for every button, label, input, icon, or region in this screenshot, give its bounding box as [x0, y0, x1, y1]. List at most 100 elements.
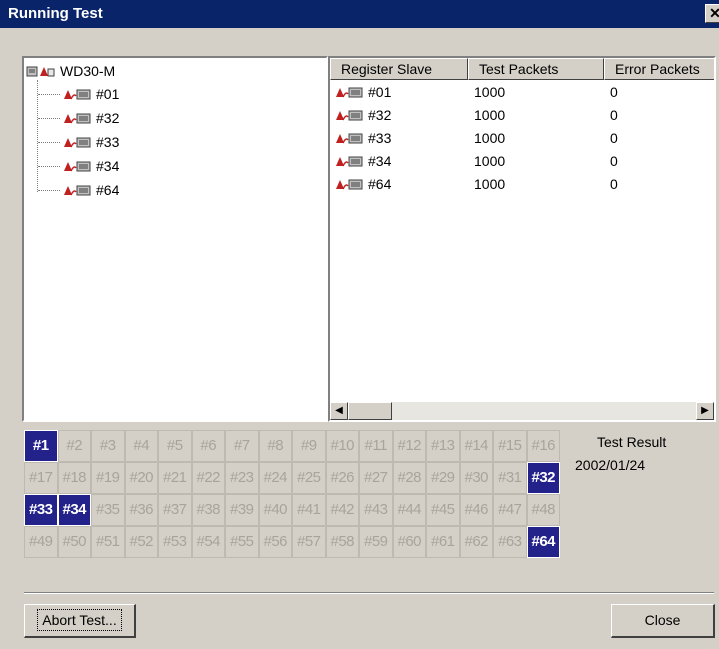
tree-connector: [38, 190, 60, 191]
slave-slot: #19: [91, 462, 125, 494]
table-row[interactable]: #64 1000 0: [330, 174, 714, 194]
tree-item[interactable]: #34: [62, 156, 119, 176]
slave-slot: #31: [493, 462, 527, 494]
slave-slot: #60: [392, 526, 426, 558]
abort-test-label: Abort Test...: [37, 609, 122, 631]
slave-slot: #41: [292, 494, 326, 526]
tree-root-node[interactable]: WD30-M: [26, 62, 115, 80]
slave-slot: #30: [459, 462, 493, 494]
slave-slot: #15: [493, 430, 527, 462]
table-row[interactable]: #33 1000 0: [330, 128, 714, 148]
slave-slot: #32: [526, 462, 560, 494]
slave-device-icon: [336, 156, 363, 167]
tree-item-label: #64: [96, 182, 120, 198]
slave-slot: #11: [359, 430, 393, 462]
slave-device-icon: [336, 110, 363, 121]
slave-slot: #18: [57, 462, 91, 494]
device-tree[interactable]: WD30-M #01 #32 #33 #34 #64: [22, 56, 328, 422]
slave-slot: #3: [91, 430, 125, 462]
scroll-thumb[interactable]: [348, 402, 392, 420]
tree-connector: [38, 142, 60, 143]
slave-slot: #22: [191, 462, 225, 494]
tree-item-label: #01: [96, 86, 120, 102]
cell-error-packets: 0: [610, 153, 618, 169]
cell-register-slave: #64: [330, 176, 468, 192]
slave-slot: #45: [426, 494, 460, 526]
slave-slot: #12: [392, 430, 426, 462]
slave-id: #34: [368, 153, 392, 169]
tree-item[interactable]: #01: [62, 84, 119, 104]
slave-slot: #17: [24, 462, 58, 494]
slave-id: #64: [368, 176, 392, 192]
tree-connector: [38, 118, 60, 119]
slave-slot: #53: [158, 526, 192, 558]
slave-device-icon: [64, 137, 91, 148]
slave-slot: #35: [91, 494, 125, 526]
slave-slot: #46: [459, 494, 493, 526]
close-label: Close: [644, 612, 681, 628]
slave-slot: #7: [225, 430, 259, 462]
title-bar: Running Test ✕: [0, 0, 719, 28]
table-row[interactable]: #34 1000 0: [330, 151, 714, 171]
window-title: Running Test: [8, 5, 103, 22]
slave-list[interactable]: Register Slave Test Packets Error Packet…: [328, 56, 716, 422]
slave-slot: #28: [392, 462, 426, 494]
scroll-left-button[interactable]: ◀: [330, 402, 348, 420]
slave-id: #32: [368, 107, 392, 123]
column-header-register-slave[interactable]: Register Slave: [330, 58, 468, 80]
slave-slot: #47: [493, 494, 527, 526]
slave-slot: #24: [258, 462, 292, 494]
column-header-test-packets[interactable]: Test Packets: [468, 58, 604, 80]
slave-slot: #20: [124, 462, 158, 494]
tree-item[interactable]: #64: [62, 180, 119, 200]
separator: [24, 592, 714, 594]
table-row[interactable]: #01 1000 0: [330, 82, 714, 102]
tree-item[interactable]: #33: [62, 132, 119, 152]
scroll-right-button[interactable]: ▶: [696, 402, 714, 420]
slave-id: #33: [368, 130, 392, 146]
slave-slot: #8: [258, 430, 292, 462]
slave-slot: #50: [57, 526, 91, 558]
slave-device-icon: [64, 161, 91, 172]
abort-test-button[interactable]: Abort Test...: [24, 604, 136, 638]
slave-slot: #58: [325, 526, 359, 558]
slave-slot: #36: [124, 494, 158, 526]
slave-slot-grid: #1 #2 #3 #4 #5 #6 #7 #8 #9 #10 #11 #12 #13 #14 #15 #16 #…: [24, 430, 560, 558]
slave-device-icon: [336, 133, 363, 144]
slave-id: #01: [368, 84, 392, 100]
close-icon: ✕: [709, 5, 719, 21]
slave-slot: #5: [158, 430, 192, 462]
column-header-error-packets[interactable]: Error Packets: [604, 58, 714, 80]
slave-slot: #27: [359, 462, 393, 494]
slave-slot: #63: [493, 526, 527, 558]
cell-test-packets: 1000: [474, 176, 506, 192]
slave-slot: #16: [526, 430, 560, 462]
window-close-button[interactable]: ✕: [705, 4, 719, 23]
cell-error-packets: 0: [610, 130, 618, 146]
arrow-right-icon: ▶: [701, 405, 709, 416]
slave-slot: #25: [292, 462, 326, 494]
tree-item-label: #34: [96, 158, 120, 174]
slave-device-icon: [64, 113, 91, 124]
cell-register-slave: #32: [330, 107, 468, 123]
slave-slot: #10: [325, 430, 359, 462]
tree-item[interactable]: #32: [62, 108, 119, 128]
table-row[interactable]: #32 1000 0: [330, 105, 714, 125]
horizontal-scrollbar[interactable]: ◀ ▶: [330, 402, 714, 420]
slave-slot: #62: [459, 526, 493, 558]
slave-slot: #1: [24, 430, 58, 462]
slave-slot: #61: [426, 526, 460, 558]
close-button[interactable]: Close: [611, 604, 715, 638]
slave-slot: #51: [91, 526, 125, 558]
slave-device-icon: [64, 89, 91, 100]
slave-slot: #42: [325, 494, 359, 526]
tree-connector: [37, 80, 38, 192]
tree-item-label: #32: [96, 110, 120, 126]
arrow-left-icon: ◀: [335, 405, 343, 416]
list-header: Register Slave Test Packets Error Packet…: [330, 58, 714, 80]
slave-slot: #37: [158, 494, 192, 526]
tree-connector: [38, 94, 60, 95]
slave-slot: #59: [359, 526, 393, 558]
cell-register-slave: #34: [330, 153, 468, 169]
slave-slot: #21: [158, 462, 192, 494]
